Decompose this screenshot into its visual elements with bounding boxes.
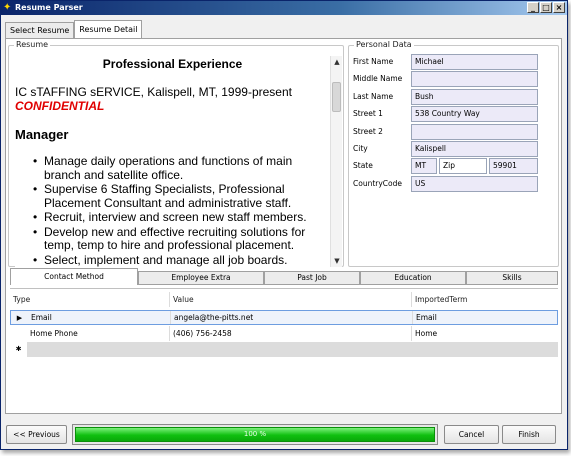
- city-label: City: [353, 144, 368, 153]
- tab-select-resume[interactable]: Select Resume: [5, 22, 75, 38]
- street1-label: Street 1: [353, 109, 383, 118]
- resume-group: Resume Professional Experience IC sTAFFI…: [8, 40, 344, 267]
- resume-bullet: Develop new and effective recruiting sol…: [33, 225, 330, 253]
- tab-contact-method[interactable]: Contact Method: [10, 268, 138, 285]
- cell-value[interactable]: [170, 342, 412, 357]
- cell-type[interactable]: Email: [28, 311, 171, 324]
- street2-row: Street 2: [349, 124, 554, 140]
- title-bar[interactable]: ✦ Resume Parser _ □ ×: [1, 1, 567, 15]
- first-name-field[interactable]: Michael: [411, 54, 538, 70]
- cancel-button[interactable]: Cancel: [444, 425, 499, 444]
- detail-tab-strip: Contact Method Employee Extra Past Job E…: [10, 268, 558, 285]
- cell-imported-term[interactable]: Home: [412, 326, 558, 341]
- resume-bullet-list: Manage daily operations and functions of…: [33, 154, 330, 268]
- country-row: CountryCode US: [349, 176, 554, 192]
- last-name-label: Last Name: [353, 92, 394, 101]
- resume-document[interactable]: Professional Experience IC sTAFFING sERV…: [15, 55, 330, 267]
- maximize-button[interactable]: □: [540, 2, 552, 13]
- window-title: Resume Parser: [15, 3, 83, 12]
- column-header-type[interactable]: Type: [10, 292, 170, 307]
- scroll-up-arrow-icon[interactable]: ▲: [331, 56, 343, 68]
- middle-name-label: Middle Name: [353, 74, 403, 83]
- first-name-row: First Name Michael: [349, 54, 554, 70]
- personal-data-title: Personal Data: [354, 40, 414, 49]
- resume-bullet: Manage daily operations and functions of…: [33, 154, 330, 182]
- resume-parser-window: ✦ Resume Parser _ □ × Select Resume Resu…: [0, 0, 568, 450]
- last-name-row: Last Name Bush: [349, 89, 554, 105]
- zip-field[interactable]: 59901: [489, 158, 538, 174]
- city-field[interactable]: Kalispell: [411, 141, 538, 157]
- cell-type[interactable]: Home Phone: [27, 326, 170, 341]
- new-row[interactable]: ✱: [10, 342, 558, 357]
- scroll-thumb[interactable]: [332, 82, 341, 112]
- resume-company-line: IC sTAFFING sERVICE, Kalispell, MT, 1999…: [15, 85, 292, 99]
- resume-bullet: Supervise 6 Staffing Specialists, Profes…: [33, 182, 330, 210]
- middle-name-row: Middle Name: [349, 71, 554, 87]
- middle-name-field[interactable]: [411, 71, 538, 87]
- last-name-field[interactable]: Bush: [411, 89, 538, 105]
- cell-imported-term[interactable]: Email: [413, 311, 558, 324]
- resume-role: Manager: [15, 127, 69, 142]
- progress-bar: 100 %: [72, 424, 438, 445]
- column-header-value[interactable]: Value: [170, 292, 412, 307]
- country-label: CountryCode: [353, 179, 402, 188]
- column-header-imported-term[interactable]: ImportedTerm: [412, 292, 558, 307]
- resume-bullet: Recruit, interview and screen new staff …: [33, 210, 330, 225]
- state-label: State: [353, 161, 373, 170]
- first-name-label: First Name: [353, 57, 394, 66]
- tab-skills[interactable]: Skills: [466, 271, 558, 285]
- cell-type[interactable]: [27, 342, 170, 357]
- resume-detail-page: Resume Professional Experience IC sTAFFI…: [5, 38, 562, 414]
- tab-past-job[interactable]: Past Job: [264, 271, 360, 285]
- table-row[interactable]: Home Phone (406) 756-2458 Home: [10, 326, 558, 341]
- previous-button[interactable]: << Previous: [6, 425, 67, 444]
- street2-field[interactable]: [411, 124, 538, 140]
- cell-imported-term[interactable]: [412, 342, 558, 357]
- top-tab-strip: Select Resume Resume Detail: [5, 20, 143, 38]
- progress-fill: 100 %: [75, 427, 435, 442]
- personal-data-group: Personal Data First Name Michael Middle …: [348, 40, 559, 267]
- state-field[interactable]: MT: [411, 158, 437, 174]
- minimize-button[interactable]: _: [527, 2, 539, 13]
- tab-resume-detail[interactable]: Resume Detail: [74, 20, 143, 38]
- street1-row: Street 1 538 Country Way: [349, 106, 554, 122]
- tab-education[interactable]: Education: [360, 271, 466, 285]
- new-row-asterisk-icon: ✱: [10, 342, 27, 357]
- zip-label: Zip: [439, 158, 487, 174]
- contact-method-grid: Type Value ImportedTerm ▶ Email angela@t…: [10, 288, 558, 412]
- cell-value[interactable]: (406) 756-2458: [170, 326, 412, 341]
- finish-button[interactable]: Finish: [502, 425, 556, 444]
- tab-employee-extra[interactable]: Employee Extra: [138, 271, 264, 285]
- street1-field[interactable]: 538 Country Way: [411, 106, 538, 122]
- city-row: City Kalispell: [349, 141, 554, 157]
- country-field[interactable]: US: [411, 176, 538, 192]
- grid-header-row: Type Value ImportedTerm: [10, 292, 558, 307]
- window-controls: _ □ ×: [527, 2, 565, 13]
- resume-heading: Professional Experience: [102, 57, 243, 71]
- state-zip-row: State MT Zip 59901: [349, 158, 554, 174]
- close-button[interactable]: ×: [553, 2, 565, 13]
- scroll-down-arrow-icon[interactable]: ▼: [331, 255, 343, 267]
- cell-value[interactable]: angela@the-pitts.net: [171, 311, 413, 324]
- current-row-arrow-icon: ▶: [16, 314, 23, 322]
- street2-label: Street 2: [353, 127, 383, 136]
- resume-confidential: CONFIDENTIAL: [15, 99, 105, 113]
- table-row[interactable]: ▶ Email angela@the-pitts.net Email: [10, 310, 558, 325]
- resume-scrollbar[interactable]: ▲ ▼: [330, 56, 342, 267]
- resume-group-title: Resume: [14, 40, 51, 49]
- app-icon: ✦: [3, 2, 12, 13]
- resume-bullet: Select, implement and manage all job boa…: [33, 253, 330, 268]
